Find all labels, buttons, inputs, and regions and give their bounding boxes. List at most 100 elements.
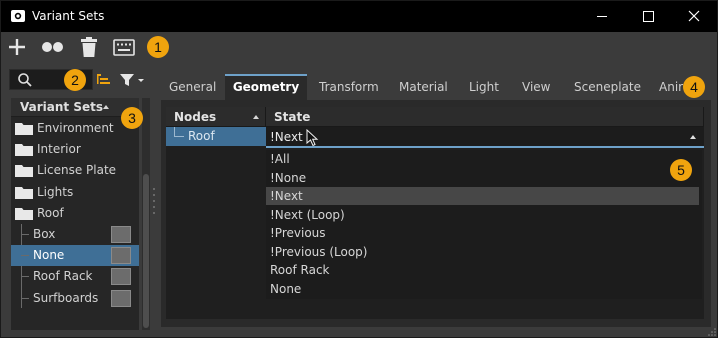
option-label: !Next <box>270 189 303 203</box>
resize-grip-icon[interactable] <box>707 327 717 337</box>
callout-badge-3: 3 <box>121 107 143 129</box>
tab-animation[interactable]: Anir <box>659 74 683 100</box>
tree-connector <box>21 298 29 299</box>
maximize-button[interactable] <box>625 1 671 32</box>
tree-item-label: Roof <box>37 206 64 220</box>
variant-thumbnail <box>111 247 131 264</box>
toolbar: 1 <box>1 32 717 62</box>
callout-badge-2: 2 <box>64 69 86 91</box>
state-select[interactable]: !Next <box>266 127 704 148</box>
filter-icon <box>120 74 144 86</box>
tree-item-surfboards[interactable]: Surfboards <box>11 288 139 309</box>
folder-icon <box>15 165 33 177</box>
dropdown-option[interactable]: None <box>266 280 699 298</box>
tree-connector <box>21 234 29 235</box>
tree-item-roof[interactable]: Roof <box>11 203 139 224</box>
tree-item-lights[interactable]: Lights <box>11 182 139 203</box>
tree-item-label: Roof Rack <box>33 269 93 283</box>
mouse-cursor-icon <box>306 129 319 147</box>
callout-badge-5: 5 <box>670 159 692 181</box>
table-row[interactable]: Roof <box>166 127 266 146</box>
minimize-button[interactable] <box>579 1 625 32</box>
title-bar: Variant Sets <box>1 1 717 32</box>
callout-badge-4: 4 <box>683 76 705 98</box>
tree-connector <box>174 127 184 137</box>
minimize-icon <box>597 16 607 17</box>
tree-item-box[interactable]: Box <box>11 224 139 245</box>
variant-thumbnail <box>111 290 131 307</box>
state-value: !Next <box>270 130 303 144</box>
folder-icon <box>15 187 33 199</box>
tab-light[interactable]: Light <box>469 74 499 100</box>
keyboard-icon <box>113 39 135 56</box>
add-variant-set-button[interactable] <box>5 36 29 58</box>
tree-item-license-plate[interactable]: License Plate <box>11 160 139 181</box>
sort-ascending-icon <box>103 105 109 109</box>
window-title: Variant Sets <box>32 9 105 23</box>
panel-splitter-handle[interactable] <box>153 186 155 216</box>
tree-list-icon <box>97 74 110 84</box>
tree-item-none[interactable]: None <box>11 245 139 266</box>
filter-button[interactable] <box>118 71 146 89</box>
sort-ascending-icon <box>253 115 259 119</box>
dropdown-option[interactable]: !Next (Loop) <box>266 206 699 224</box>
delete-icon <box>81 37 97 57</box>
variant-sets-tree: Variant Sets Environment Interior Licens… <box>11 98 139 330</box>
tree-view-toggle[interactable] <box>96 72 112 88</box>
nodes-column-header[interactable]: Nodes <box>166 107 266 127</box>
tree-item-label: Lights <box>37 185 74 199</box>
tab-view[interactable]: View <box>522 74 550 100</box>
dropdown-option[interactable]: !Previous (Loop) <box>266 243 699 261</box>
tree-scrollbar[interactable] <box>142 98 150 330</box>
option-label: !Previous <box>270 226 326 240</box>
tree-item-label: None <box>33 248 65 262</box>
tab-geometry[interactable]: Geometry <box>225 74 307 100</box>
variant-sets-window: Variant Sets 1 2 Variant Sets Environmen… <box>0 0 718 338</box>
option-label: !None <box>270 171 307 185</box>
dropdown-option-highlighted[interactable]: !Next <box>266 187 699 205</box>
tab-general[interactable]: General <box>169 74 216 100</box>
close-icon <box>688 10 700 22</box>
tab-bar: General Geometry Transform Material Ligh… <box>159 74 711 100</box>
option-label: Roof Rack <box>270 263 330 277</box>
maximize-icon <box>643 11 654 22</box>
tree-item-label: Surfboards <box>33 291 99 305</box>
scrollbar-thumb[interactable] <box>143 174 149 328</box>
dropdown-option[interactable]: !Previous <box>266 224 699 242</box>
callout-badge-1: 1 <box>147 36 169 58</box>
delete-button[interactable] <box>77 36 101 58</box>
shortcuts-button[interactable] <box>112 36 136 58</box>
tree-item-roof-rack[interactable]: Roof Rack <box>11 266 139 287</box>
tree-item-label: Box <box>33 227 56 241</box>
option-label: !All <box>270 152 290 166</box>
tab-material[interactable]: Material <box>399 74 448 100</box>
folder-icon <box>15 123 33 135</box>
folder-icon <box>15 208 33 220</box>
variant-thumbnail <box>111 226 131 243</box>
add-variant-button[interactable] <box>40 36 64 58</box>
variant-icon <box>42 42 63 52</box>
tree-header[interactable]: Variant Sets <box>11 98 139 117</box>
tree-connector <box>21 255 29 256</box>
tree-item-environment[interactable]: Environment <box>11 118 139 139</box>
tab-sceneplate[interactable]: Sceneplate <box>574 74 641 100</box>
node-name: Roof <box>188 129 215 143</box>
state-column-header[interactable]: State <box>266 107 704 127</box>
chevron-up-icon[interactable] <box>690 135 696 139</box>
tree-header-label: Variant Sets <box>20 100 103 114</box>
dropdown-option[interactable]: Roof Rack <box>266 261 699 279</box>
tab-transform[interactable]: Transform <box>319 74 379 100</box>
tree-item-label: Environment <box>37 121 114 135</box>
dropdown-option[interactable]: !None <box>266 169 699 187</box>
tree-item-label: License Plate <box>37 163 117 177</box>
variant-thumbnail <box>111 268 131 285</box>
dropdown-option[interactable]: !All <box>266 150 699 168</box>
state-dropdown-list: !All !None !Next !Next (Loop) !Previous … <box>266 150 702 299</box>
search-icon <box>18 73 32 87</box>
variant-sets-panel: 2 Variant Sets Environment Interior Lice… <box>6 64 152 332</box>
tree-connector <box>21 276 29 277</box>
tree-item-interior[interactable]: Interior <box>11 139 139 160</box>
column-header-label: State <box>274 110 311 124</box>
close-button[interactable] <box>671 1 717 32</box>
option-label: !Next (Loop) <box>270 208 345 222</box>
